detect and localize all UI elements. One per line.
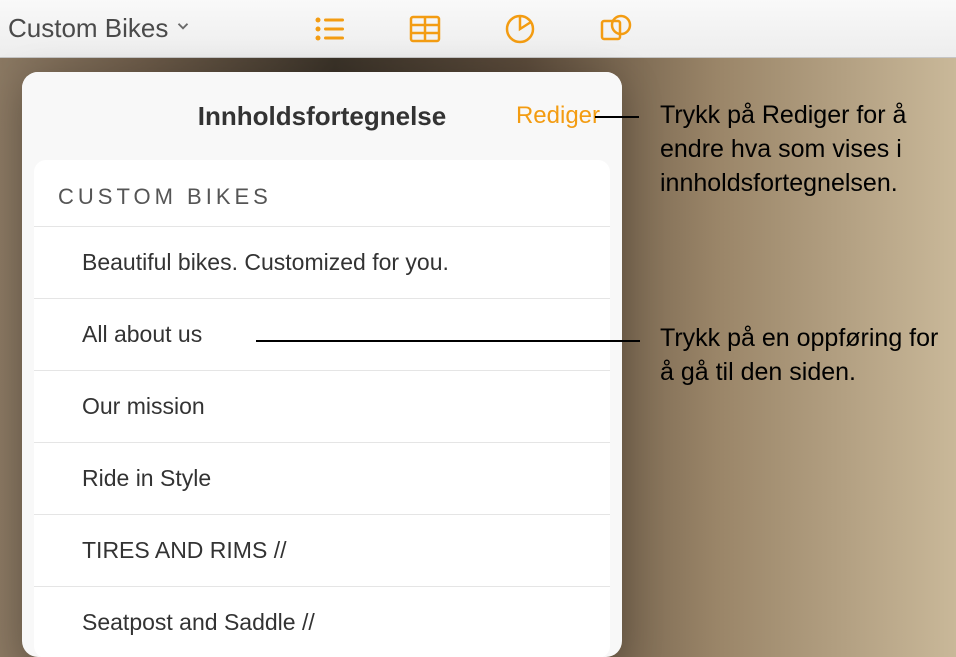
chevron-down-icon bbox=[174, 17, 192, 40]
shapes-icon bbox=[597, 11, 633, 47]
toc-popover: Innholdsfortegnelse Rediger CUSTOM BIKES… bbox=[22, 72, 622, 657]
toc-item[interactable]: Seatpost and Saddle // bbox=[34, 587, 610, 657]
pie-chart-icon bbox=[502, 11, 538, 47]
callout-line bbox=[256, 340, 640, 342]
callout-line bbox=[595, 116, 639, 118]
edit-button[interactable]: Rediger bbox=[516, 102, 600, 130]
doc-title: Custom Bikes bbox=[8, 13, 168, 44]
popover-header: Innholdsfortegnelse Rediger bbox=[22, 72, 622, 160]
toolbar-icons bbox=[282, 0, 662, 58]
list-icon bbox=[312, 11, 348, 47]
callout-edit: Trykk på Rediger for å endre hva som vis… bbox=[660, 99, 956, 200]
toc-item[interactable]: Ride in Style bbox=[34, 443, 610, 515]
popover-title: Innholdsfortegnelse bbox=[198, 101, 446, 132]
toc-item[interactable]: TIRES AND RIMS // bbox=[34, 515, 610, 587]
table-button[interactable] bbox=[377, 0, 472, 58]
toc-heading[interactable]: CUSTOM BIKES bbox=[34, 160, 610, 227]
toolbar: Custom Bikes bbox=[0, 0, 956, 58]
toc-item[interactable]: Beautiful bikes. Customized for you. bbox=[34, 227, 610, 299]
toc-list: CUSTOM BIKES Beautiful bikes. Customized… bbox=[34, 160, 610, 657]
chart-button[interactable] bbox=[472, 0, 567, 58]
callout-item: Trykk på en oppføring for å gå til den s… bbox=[660, 322, 956, 390]
toc-item[interactable]: All about us bbox=[34, 299, 610, 371]
toc-item[interactable]: Our mission bbox=[34, 371, 610, 443]
shape-button[interactable] bbox=[567, 0, 662, 58]
doc-title-dropdown[interactable]: Custom Bikes bbox=[8, 13, 192, 44]
toc-button[interactable] bbox=[282, 0, 377, 58]
table-icon bbox=[407, 11, 443, 47]
